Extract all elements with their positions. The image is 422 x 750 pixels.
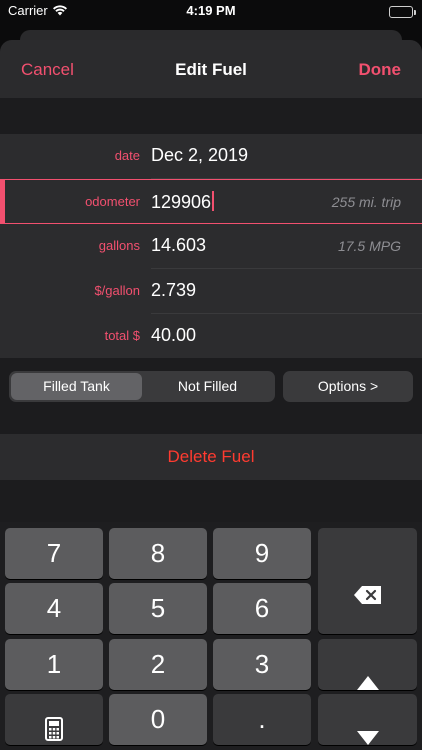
delete-fuel-button[interactable]: Delete Fuel	[0, 434, 422, 480]
date-value[interactable]: Dec 2, 2019	[151, 145, 248, 166]
price-field[interactable]: 2.739	[151, 280, 196, 301]
odometer-value: 129906	[151, 192, 212, 212]
date-label: date	[114, 148, 140, 163]
edit-fuel-sheet: Cancel Edit Fuel Done date Dec 2, 2019 o…	[0, 40, 422, 522]
arrow-down-icon	[356, 712, 380, 750]
battery-icon	[389, 6, 416, 18]
gallons-row[interactable]: gallons 14.603 17.5 MPG	[0, 224, 422, 269]
total-field[interactable]: 40.00	[151, 325, 196, 346]
fuel-form: date Dec 2, 2019 odometer 129906 255 mi.…	[0, 134, 422, 358]
odometer-field[interactable]: 129906	[151, 191, 215, 213]
key-9[interactable]: 9	[213, 528, 311, 579]
key-7[interactable]: 7	[5, 528, 103, 579]
key-3[interactable]: 3	[213, 639, 311, 690]
gallons-field[interactable]: 14.603	[151, 235, 206, 256]
price-label: $/gallon	[94, 283, 140, 298]
active-row-indicator	[0, 180, 5, 223]
odometer-row[interactable]: odometer 129906 255 mi. trip	[0, 179, 422, 224]
not-filled-segment[interactable]: Not Filled	[142, 373, 273, 400]
options-button[interactable]: Options >	[283, 371, 413, 402]
key-6[interactable]: 6	[213, 583, 311, 634]
key-1[interactable]: 1	[5, 639, 103, 690]
calculator-key[interactable]	[5, 694, 103, 745]
previous-field-key[interactable]	[318, 639, 417, 690]
text-cursor	[212, 191, 215, 211]
mpg-value: 17.5 MPG	[337, 238, 401, 254]
total-label: total $	[104, 328, 140, 343]
fill-status-segmented-control: Filled Tank Not Filled	[9, 371, 275, 402]
backspace-key[interactable]	[318, 528, 417, 634]
key-5[interactable]: 5	[109, 583, 207, 634]
date-row[interactable]: date Dec 2, 2019	[0, 134, 422, 179]
trip-distance: 255 mi. trip	[331, 194, 401, 210]
key-2[interactable]: 2	[109, 639, 207, 690]
key-0[interactable]: 0	[109, 694, 207, 745]
odometer-label: odometer	[85, 194, 140, 209]
backspace-icon	[353, 571, 383, 622]
price-row[interactable]: $/gallon 2.739	[0, 269, 422, 314]
navigation-bar: Cancel Edit Fuel Done	[0, 40, 422, 98]
status-bar: Carrier 4:19 PM	[0, 0, 422, 26]
done-button[interactable]: Done	[359, 60, 402, 80]
filled-tank-segment[interactable]: Filled Tank	[11, 373, 142, 400]
gallons-label: gallons	[98, 238, 140, 253]
next-field-key[interactable]	[318, 694, 417, 745]
total-row[interactable]: total $ 40.00	[0, 314, 422, 359]
calculator-icon	[45, 707, 63, 750]
status-time: 4:19 PM	[186, 3, 236, 18]
key-8[interactable]: 8	[109, 528, 207, 579]
key-4[interactable]: 4	[5, 583, 103, 634]
decimal-key[interactable]: .	[213, 694, 311, 745]
numeric-keypad: 7 8 9 4 5 6 1 2 3 0 .	[0, 522, 422, 750]
